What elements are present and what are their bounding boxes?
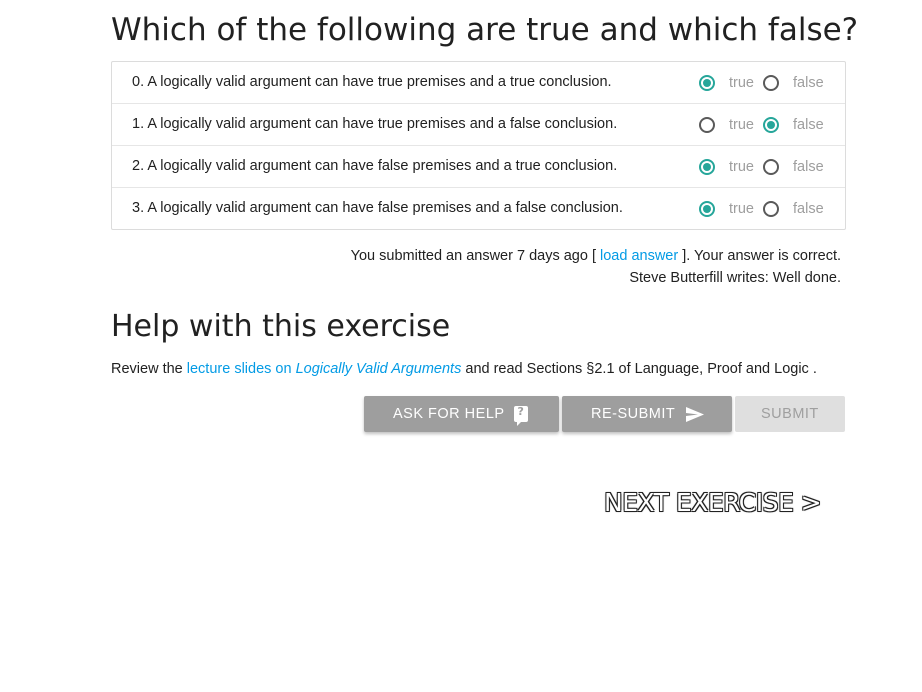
help-title: Help with this exercise [111,309,451,344]
statement-row: 3. A logically valid argument can have f… [112,187,845,229]
load-answer-link[interactable]: load answer [600,248,678,264]
option-true-label: true [729,201,754,217]
submission-line: You submitted an answer 7 days ago [ loa… [351,245,841,267]
submission-status: You submitted an answer 7 days ago [ loa… [351,245,841,289]
statement-text: 3. A logically valid argument can have f… [132,200,623,216]
radio-true[interactable] [699,201,715,217]
submit-label: SUBMIT [761,406,819,422]
resubmit-button[interactable]: RE-SUBMIT [562,396,732,432]
option-false-label: false [793,201,824,217]
radio-false[interactable] [763,75,779,91]
radio-true[interactable] [699,159,715,175]
option-true-label: true [729,159,754,175]
review-suffix: and read Sections §2.1 of Language, Proo… [465,361,817,377]
option-false-label: false [793,75,824,91]
option-true-label: true [729,75,754,91]
radio-true[interactable] [699,117,715,133]
radio-true[interactable] [699,75,715,91]
feedback-text: Steve Butterfill writes: Well done. [629,270,841,286]
submit-button[interactable]: SUBMIT [735,396,845,432]
statement-text: 0. A logically valid argument can have t… [132,74,612,90]
resubmit-label: RE-SUBMIT [591,406,676,422]
next-exercise-link[interactable]: NEXT EXERCISE > [604,487,822,519]
question-bubble-icon [514,405,528,426]
option-false-label: false [793,117,824,133]
radio-false[interactable] [763,117,779,133]
review-prefix: Review the [111,361,183,377]
lecture-slides-link-title: Logically Valid Arguments [295,361,462,377]
submitted-suffix: ]. Your answer is correct. [682,248,841,264]
ask-for-help-label: ASK FOR HELP [393,406,505,422]
option-false-label: false [793,159,824,175]
lecture-slides-link-prefix: lecture slides on [186,361,292,377]
question-title: Which of the following are true and whic… [111,12,859,48]
option-true-label: true [729,117,754,133]
statement-row: 2. A logically valid argument can have f… [112,145,845,187]
statement-row: 1. A logically valid argument can have t… [112,103,845,145]
statement-text: 1. A logically valid argument can have t… [132,116,618,132]
radio-false[interactable] [763,159,779,175]
radio-false[interactable] [763,201,779,217]
statement-text: 2. A logically valid argument can have f… [132,158,618,174]
submitted-prefix: You submitted an answer 7 days ago [ [350,248,596,264]
review-text: Review the lecture slides on Logically V… [111,359,817,379]
statements-table: 0. A logically valid argument can have t… [111,61,846,230]
lecture-slides-link[interactable]: lecture slides on Logically Valid Argume… [187,361,462,377]
send-icon [686,407,704,426]
statement-row: 0. A logically valid argument can have t… [112,62,845,103]
ask-for-help-button[interactable]: ASK FOR HELP [364,396,559,432]
